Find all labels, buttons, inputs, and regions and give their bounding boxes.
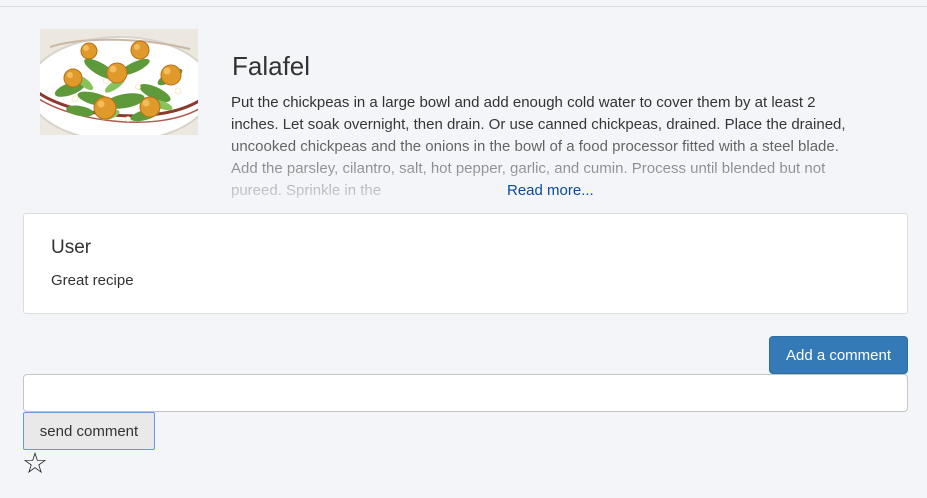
falafel-photo-icon bbox=[40, 29, 198, 135]
top-divider bbox=[0, 6, 927, 7]
read-more-link[interactable]: Read more... bbox=[507, 181, 596, 201]
send-comment-button[interactable]: send comment bbox=[23, 412, 155, 450]
add-comment-button[interactable]: Add a comment bbox=[769, 336, 908, 374]
comment-text: Great recipe bbox=[51, 272, 134, 289]
comment-card: User Great recipe bbox=[23, 213, 908, 314]
recipe-image bbox=[40, 29, 198, 135]
comment-author: User bbox=[51, 237, 92, 258]
comment-input[interactable] bbox=[23, 374, 908, 412]
recipe-title: Falafel bbox=[232, 51, 311, 81]
star-icon[interactable]: ☆ bbox=[22, 449, 48, 479]
